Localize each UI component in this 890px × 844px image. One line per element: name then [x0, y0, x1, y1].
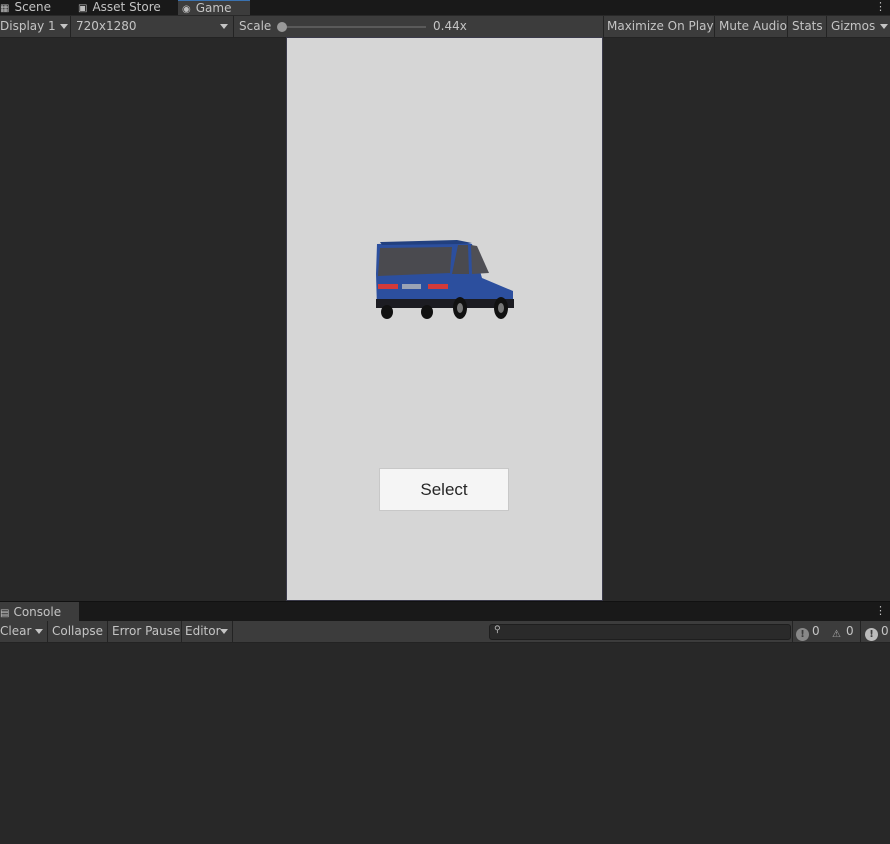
divider	[181, 621, 182, 642]
warning-icon: ⚠	[832, 629, 841, 640]
gamepad-icon: ◉	[182, 4, 191, 15]
console-more-options-icon[interactable]: ⋮	[875, 604, 886, 618]
tab-console-label: Console	[13, 605, 62, 619]
display-dropdown[interactable]: Display 1	[0, 16, 56, 37]
stats-toggle[interactable]: Stats	[792, 16, 823, 37]
editor-dropdown[interactable]: Editor	[185, 621, 221, 642]
display-chevron-down-icon	[60, 24, 68, 29]
wheel-hub	[498, 303, 504, 313]
clear-chevron-down-icon[interactable]	[35, 629, 43, 634]
scale-label: Scale	[239, 19, 272, 33]
maximize-on-play-toggle[interactable]: Maximize On Play	[607, 16, 714, 37]
car-front-window	[471, 245, 489, 274]
scale-slider-track[interactable]	[284, 26, 426, 28]
collapse-toggle[interactable]: Collapse	[52, 621, 103, 642]
game-toolbar: Display 1 720x1280 Scale 0.44x Maximize …	[0, 16, 890, 38]
divider	[70, 16, 71, 37]
console-list-icon: ▤	[0, 608, 10, 619]
resolution-dropdown[interactable]: 720x1280	[76, 16, 137, 37]
editor-chevron-down-icon	[220, 629, 228, 634]
error-count-toggle[interactable]: ! 0	[865, 621, 889, 642]
divider	[787, 16, 788, 37]
tab-asset-store-label: Asset Store	[92, 0, 161, 14]
grid-icon: ▦	[0, 3, 10, 14]
console-toolbar: Clear Collapse Error Pause Editor ⚲ ! 0 ⚠…	[0, 621, 890, 643]
car-bumper	[376, 299, 514, 308]
log-count-toggle[interactable]: ! 0	[796, 621, 820, 642]
divider	[826, 16, 827, 37]
divider	[107, 621, 108, 642]
tab-scene[interactable]: ▦ Scene	[0, 0, 72, 15]
log-count: 0	[812, 624, 820, 638]
scale-slider-handle[interactable]	[277, 22, 287, 32]
resolution-label: 720x1280	[76, 19, 137, 33]
divider	[603, 16, 604, 37]
tab-game-label: Game	[195, 1, 232, 15]
select-button[interactable]: Select	[379, 468, 509, 511]
console-tab-strip: ▤ Console ⋮	[0, 601, 890, 622]
info-icon: !	[796, 628, 809, 641]
mute-audio-toggle[interactable]: Mute Audio	[719, 16, 787, 37]
divider	[47, 621, 48, 642]
window-tab-strip: ▦ Scene ▣ Asset Store ◉ Game ⋮	[0, 0, 890, 15]
error-icon: !	[865, 628, 878, 641]
search-icon: ⚲	[494, 625, 501, 635]
divider	[233, 16, 234, 37]
bag-icon: ▣	[78, 3, 88, 14]
car-model	[376, 240, 514, 319]
car-rear-window	[378, 247, 452, 276]
console-search-input[interactable]: ⚲	[489, 624, 791, 640]
tab-scene-label: Scene	[14, 0, 52, 14]
display-label: Display 1	[0, 19, 56, 33]
divider	[232, 621, 233, 642]
error-count: 0	[881, 624, 889, 638]
divider	[860, 621, 861, 642]
tail-light-left	[378, 284, 398, 289]
gizmos-dropdown[interactable]: Gizmos	[831, 16, 875, 37]
tab-game[interactable]: ◉ Game	[178, 0, 250, 15]
error-pause-toggle[interactable]: Error Pause	[112, 621, 180, 642]
resolution-chevron-down-icon	[220, 24, 228, 29]
tail-light-right	[428, 284, 448, 289]
tab-asset-store[interactable]: ▣ Asset Store	[78, 0, 176, 15]
gizmos-chevron-down-icon	[880, 24, 888, 29]
warning-count-toggle[interactable]: ⚠ 0	[830, 621, 854, 642]
warning-count: 0	[846, 624, 854, 638]
clear-button[interactable]: Clear	[0, 621, 31, 642]
wheel	[421, 305, 433, 319]
wheel-hub	[457, 303, 463, 313]
wheel	[381, 305, 393, 319]
more-options-icon[interactable]: ⋮	[875, 0, 886, 14]
divider	[792, 621, 793, 642]
tab-console[interactable]: ▤ Console	[0, 602, 79, 622]
divider	[714, 16, 715, 37]
console-log-area[interactable]	[0, 643, 890, 844]
scale-value: 0.44x	[433, 19, 467, 33]
license-plate	[402, 284, 421, 289]
